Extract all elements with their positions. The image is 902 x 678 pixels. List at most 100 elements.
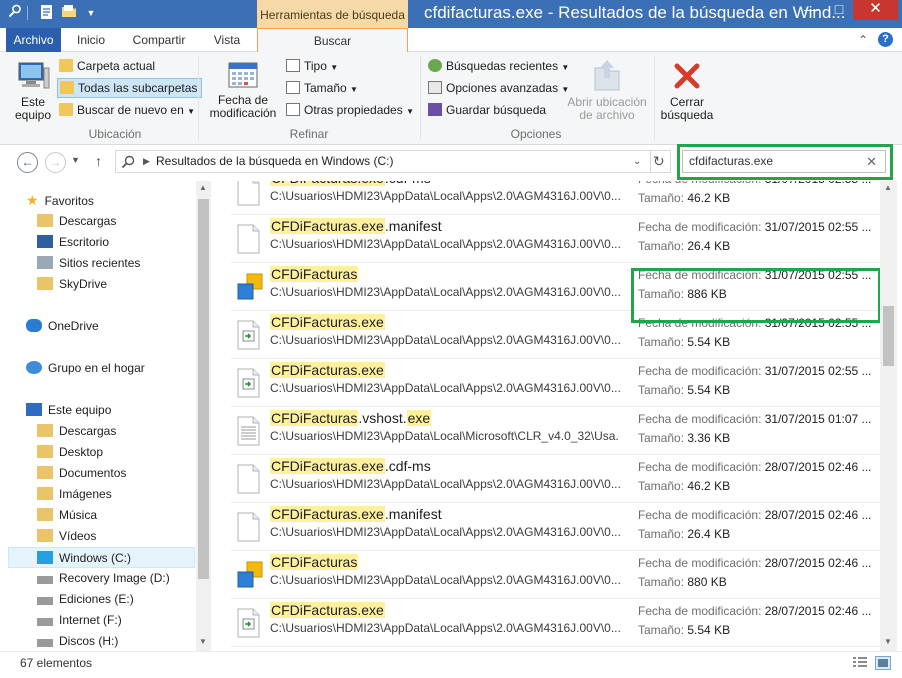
date-label: Fecha de modificación:	[638, 508, 762, 522]
properties-icon[interactable]	[38, 4, 56, 22]
nav-item-musica[interactable]: Música	[37, 505, 97, 526]
breadcrumb-chevron-icon[interactable]: ▶	[143, 151, 150, 172]
nav-scroll-thumb[interactable]	[198, 199, 209, 579]
address-dropdown-icon[interactable]: ⌄	[633, 151, 641, 172]
file-row[interactable]: CFDiFacturas.vshost.exe C:\Usuarios\HDMI2…	[231, 407, 881, 455]
tab-archivo[interactable]: Archivo	[6, 28, 61, 52]
scroll-up-arrow-icon[interactable]: ▲	[884, 183, 892, 192]
size-value: 5.54 KB	[687, 383, 731, 397]
up-arrow-icon[interactable]: ↑	[95, 153, 102, 169]
status-bar: 67 elementos	[0, 651, 902, 678]
scroll-up-arrow-icon[interactable]: ▲	[199, 183, 207, 192]
new-folder-icon[interactable]	[60, 4, 78, 22]
nav-item-descargas[interactable]: Descargas	[37, 421, 116, 442]
tipo-button[interactable]: Tipo ▼	[286, 56, 338, 76]
size-label: Tamaño:	[638, 431, 685, 445]
nav-item-recovery-d[interactable]: Recovery Image (D:)	[37, 568, 170, 589]
opciones-avanzadas-button[interactable]: Opciones avanzadas ▼	[428, 78, 569, 98]
nav-item-imagenes[interactable]: Imágenes	[37, 484, 112, 505]
ribbon-collapse-icon[interactable]: ⌃	[858, 33, 868, 47]
nav-item-skydrive[interactable]: SkyDrive	[37, 274, 107, 295]
close-button[interactable]: ✕	[853, 0, 898, 20]
tab-inicio[interactable]: Inicio	[66, 28, 116, 52]
date-value: 28/07/2015 02:46 ...	[764, 604, 872, 618]
nav-item-onedrive[interactable]: OneDrive	[26, 316, 99, 337]
file-name-match: CFDiFacturas	[270, 554, 359, 570]
nav-item-documentos[interactable]: Documentos	[37, 463, 126, 484]
details-view-icon[interactable]	[852, 656, 868, 670]
maximize-button[interactable]: □	[825, 0, 853, 20]
nav-item-windows-c[interactable]: Windows (C:)	[8, 547, 195, 568]
desktop-icon	[37, 235, 53, 248]
address-bar[interactable]: ▶ Resultados de la búsqueda en Windows (…	[115, 150, 671, 173]
nav-item-discos-h[interactable]: Discos (H:)	[37, 631, 118, 651]
file-row[interactable]: CFDiFacturas.exe.manifest C:\Usuarios\HDM…	[231, 215, 881, 263]
file-row[interactable]: CFDiFacturas.exe.cdf-msC:\Usuarios\HDMI2…	[231, 455, 881, 503]
tab-compartir[interactable]: Compartir	[124, 28, 194, 52]
carpeta-actual-button[interactable]: Carpeta actual	[57, 56, 155, 76]
file-size: Tamaño: 26.4 KB	[638, 526, 730, 542]
address-path[interactable]: Resultados de la búsqueda en Windows (C:…	[156, 151, 393, 172]
file-row[interactable]: CFDiFacturas.exe.manifest C:\Usuarios\HDM…	[231, 503, 881, 551]
guardar-busqueda-button[interactable]: Guardar búsqueda	[428, 100, 546, 120]
list-scroll-thumb[interactable]	[883, 306, 894, 366]
tab-buscar[interactable]: Buscar	[257, 28, 408, 53]
cerrar-busqueda-button[interactable]: Cerrar búsqueda	[658, 60, 716, 122]
nav-item-escritorio[interactable]: Escritorio	[37, 232, 109, 253]
minimize-button[interactable]: —	[797, 0, 825, 20]
group-label-refinar: Refinar	[289, 127, 329, 141]
nav-item-videos[interactable]: Vídeos	[37, 526, 96, 547]
nav-item-label: Windows (C:)	[59, 551, 132, 565]
date-value: 28/07/2015 02:46 ...	[764, 508, 872, 522]
back-button[interactable]: ←	[17, 152, 38, 173]
tab-vista[interactable]: Vista	[202, 28, 252, 52]
este-equipo-button[interactable]: Este equipo	[10, 60, 56, 122]
search-tools-icon[interactable]	[6, 4, 24, 22]
large-icons-view-icon[interactable]	[875, 656, 891, 670]
scroll-down-arrow-icon[interactable]: ▼	[199, 637, 207, 646]
nav-item-label: Documentos	[59, 466, 127, 480]
nav-item-ediciones-e[interactable]: Ediciones (E:)	[37, 589, 134, 610]
fecha-modificacion-label: Fecha de modificación	[209, 93, 277, 120]
file-row[interactable]: CFDiFacturas.exe C:\Usuarios\HDMI23\AppDa…	[231, 359, 881, 407]
tamano-button[interactable]: Tamaño ▼	[286, 78, 358, 98]
size-label: Tamaño:	[638, 575, 685, 589]
nav-scrollbar[interactable]: ▲ ▼	[196, 181, 211, 651]
exe-file-icon	[235, 368, 262, 398]
otras-propiedades-button[interactable]: Otras propiedades ▼	[286, 100, 414, 120]
nav-item-desktop[interactable]: Desktop	[37, 442, 103, 463]
refresh-icon[interactable]: ↻	[653, 151, 665, 172]
nav-item-descargas-fav[interactable]: Descargas	[37, 211, 116, 232]
size-label: Tamaño:	[638, 383, 685, 397]
date-value: 31/07/2015 01:07 ...	[764, 412, 872, 426]
list-scrollbar[interactable]: ▲ ▼	[880, 181, 897, 651]
nav-item-sitios-recientes[interactable]: Sitios recientes	[37, 253, 140, 274]
help-icon[interactable]: ?	[878, 32, 893, 47]
nav-item-grupo-hogar[interactable]: Grupo en el hogar	[26, 358, 145, 379]
busquedas-recientes-button[interactable]: Búsquedas recientes ▼	[428, 56, 569, 76]
file-path: C:\Usuarios\HDMI23\AppData\Local\Apps\2.…	[270, 381, 620, 395]
file-row[interactable]: CFDiFacturas C:\Usuarios\HDMI23\AppData\L…	[231, 551, 881, 599]
file-size: Tamaño: 5.54 KB	[638, 382, 730, 398]
carpeta-actual-label: Carpeta actual	[77, 59, 156, 73]
recent-locations-chevron-icon[interactable]: ▼	[71, 155, 80, 165]
nav-item-label: Sitios recientes	[59, 256, 141, 270]
title-bar: ▼ Herramientas de búsqueda cfdifacturas.…	[0, 0, 902, 28]
nav-item-internet-f[interactable]: Internet (F:)	[37, 610, 122, 631]
file-path: C:\Usuarios\HDMI23\AppData\Local\Apps\2.…	[270, 477, 620, 491]
scroll-down-arrow-icon[interactable]: ▼	[884, 637, 892, 646]
buscar-nuevo-button[interactable]: Buscar de nuevo en ▼	[57, 100, 195, 120]
file-name-match: CFDiFacturas.exe	[270, 602, 385, 618]
nav-item-este-equipo[interactable]: Este equipo	[26, 400, 111, 421]
abrir-ubicacion-button[interactable]: Abrir ubicación de archivo	[566, 58, 648, 122]
file-row[interactable]: CFDiFacturas.exe C:\Usuarios\HDMI23\AppDa…	[231, 599, 881, 647]
nav-item-favoritos[interactable]: ★ Favoritos	[26, 190, 94, 211]
fecha-modificacion-button[interactable]: Fecha de modificación	[204, 60, 282, 120]
file-name: CFDiFacturas.vshost.exe	[270, 408, 432, 428]
file-size: Tamaño: 46.2 KB	[638, 190, 730, 206]
size-label: Tamaño:	[638, 191, 685, 205]
customize-qa-chevron-icon[interactable]: ▼	[82, 4, 100, 22]
todas-subcarpetas-button[interactable]: Todas las subcarpetas	[57, 78, 203, 98]
file-row[interactable]: CFDiFacturas.exe.cdf-msC:\Usuarios\HDMI2…	[231, 181, 881, 215]
forward-button[interactable]: →	[45, 152, 66, 173]
